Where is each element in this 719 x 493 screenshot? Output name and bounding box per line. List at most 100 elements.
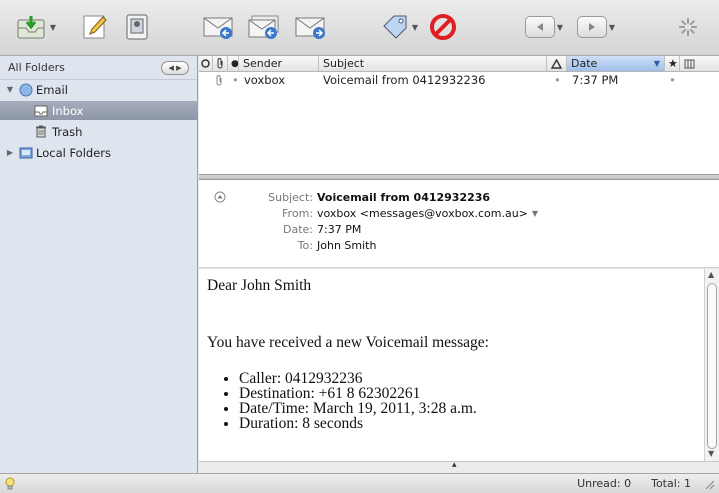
header-date: Date: 7:37 PM: [283, 223, 362, 236]
sort-descending-icon: ▼: [653, 59, 660, 68]
column-thread[interactable]: [199, 56, 213, 71]
folder-inbox[interactable]: Inbox: [0, 101, 198, 120]
folder-label: Email: [36, 82, 68, 97]
column-date[interactable]: Date ▼: [567, 56, 665, 71]
star-dot[interactable]: •: [665, 73, 680, 87]
resize-grip-icon[interactable]: ▴: [452, 460, 457, 470]
reply-all-icon: [248, 15, 279, 39]
unread-count: Unread: 0: [577, 477, 632, 490]
inbox-icon: [34, 105, 48, 116]
folder-label: Trash: [52, 124, 83, 139]
address-book-button[interactable]: [120, 12, 154, 42]
get-mail-icon: [17, 16, 45, 39]
activity-spinner-icon: [679, 18, 697, 36]
column-picker[interactable]: [680, 56, 719, 71]
local-folders-icon: [19, 147, 33, 159]
column-picker-icon: [684, 59, 695, 68]
junk-icon: [430, 14, 456, 40]
activity-indicator: [676, 12, 700, 42]
header-subject: Subject: Voicemail from 0412932236: [268, 191, 491, 204]
back-icon: [536, 23, 543, 31]
tag-dropdown-icon[interactable]: ▼: [412, 23, 418, 32]
trash-icon: [36, 125, 46, 138]
message-row[interactable]: • voxbox Voicemail from 0412932236 • 7:3…: [199, 72, 719, 88]
list-item: Caller: 0412932236: [239, 371, 477, 387]
forward-button[interactable]: [292, 12, 330, 42]
message-sender: voxbox: [244, 73, 286, 87]
address-book-icon: [126, 14, 148, 40]
folder-label: Inbox: [52, 103, 84, 118]
disclosure-closed-icon[interactable]: ▶: [4, 148, 16, 157]
folder-view-switcher[interactable]: ◀ ▶: [161, 60, 189, 75]
paperclip-icon: [217, 58, 223, 69]
back-dropdown-icon[interactable]: ▼: [557, 23, 563, 32]
scroll-down-icon[interactable]: ▼: [708, 449, 714, 458]
junk-status-dot[interactable]: •: [547, 73, 567, 87]
column-junk[interactable]: [547, 56, 567, 71]
status-bar: Unread: 0 Total: 1: [0, 473, 719, 493]
column-star[interactable]: ★: [665, 56, 680, 71]
lightbulb-icon[interactable]: [4, 477, 16, 491]
from-value[interactable]: voxbox <messages@voxbox.com.au>: [317, 207, 528, 220]
folder-trash[interactable]: Trash: [0, 122, 198, 141]
message-date: 7:37 PM: [572, 73, 619, 87]
tag-button[interactable]: ▼: [376, 12, 422, 42]
body-details-list: Caller: 0412932236 Destination: +61 8 62…: [239, 371, 477, 432]
to-value[interactable]: John Smith: [317, 239, 376, 252]
compose-icon: [83, 15, 107, 39]
body-greeting: Dear John Smith: [207, 277, 312, 294]
write-button[interactable]: [78, 12, 112, 42]
body-bottom-bar: ▴: [199, 460, 719, 473]
scroll-thumb[interactable]: [707, 283, 717, 449]
body-intro: You have received a new Voicemail messag…: [207, 334, 489, 351]
header-to: To: John Smith: [297, 239, 377, 252]
read-status-dot[interactable]: •: [228, 73, 239, 87]
message-subject: Voicemail from 0412932236: [323, 73, 486, 87]
total-count: Total: 1: [651, 477, 691, 490]
paperclip-icon: [216, 74, 222, 85]
reply-all-button[interactable]: [245, 12, 283, 42]
from-menu-icon[interactable]: ▼: [532, 209, 538, 218]
reply-icon: [203, 17, 233, 39]
get-mail-dropdown-icon[interactable]: ▼: [50, 23, 56, 32]
get-mail-button[interactable]: ▼: [10, 12, 62, 42]
column-attachment[interactable]: [213, 56, 228, 71]
back-button[interactable]: ▼: [522, 12, 566, 42]
attachment-indicator: [213, 74, 228, 86]
folder-local-folders[interactable]: ▶ Local Folders: [0, 143, 198, 162]
column-subject[interactable]: Subject: [319, 56, 547, 71]
window-resize-grip-icon[interactable]: [703, 478, 715, 490]
scroll-up-icon[interactable]: ▲: [708, 270, 714, 279]
folder-view-label: All Folders: [8, 61, 65, 74]
column-sender[interactable]: Sender: [239, 56, 319, 71]
reply-button[interactable]: [200, 12, 238, 42]
star-icon: ★: [668, 57, 678, 70]
message-header: Subject: Voicemail from 0412932236 From:…: [199, 180, 719, 268]
message-list-header: ● Sender Subject Date ▼ ★: [199, 56, 719, 72]
message-list: ● Sender Subject Date ▼ ★ • voxbox Voice…: [199, 56, 719, 174]
forward-nav-icon: [588, 23, 595, 31]
email-account-icon: [19, 83, 33, 96]
body-vertical-scrollbar[interactable]: ▲ ▼: [704, 269, 719, 461]
subject-value: Voicemail from 0412932236: [317, 191, 491, 204]
list-item: Date/Time: March 19, 2011, 3:28 a.m.: [239, 401, 477, 417]
folder-email[interactable]: ▼ Email: [0, 80, 198, 99]
message-body: Dear John Smith You have received a new …: [199, 269, 704, 461]
junk-button[interactable]: [427, 12, 459, 42]
forward-icon: [295, 17, 325, 39]
forward-nav-dropdown-icon[interactable]: ▼: [609, 23, 615, 32]
column-read-status[interactable]: ●: [228, 56, 239, 71]
thread-icon: [201, 59, 210, 68]
forward-nav-button[interactable]: ▼: [574, 12, 618, 42]
read-dot-icon: ●: [231, 58, 239, 69]
tag-icon: [383, 15, 407, 39]
date-value: 7:37 PM: [317, 223, 362, 236]
junk-status-icon: [551, 58, 562, 69]
list-item: Duration: 8 seconds: [239, 416, 477, 432]
toolbar: ▼ ▼ ▼ ▼: [0, 0, 719, 56]
list-item: Destination: +61 8 62302261: [239, 386, 477, 402]
header-from: From: voxbox <messages@voxbox.com.au> ▼: [282, 207, 539, 220]
folder-pane-header: All Folders ◀ ▶: [0, 56, 197, 80]
disclosure-open-icon[interactable]: ▼: [4, 85, 16, 94]
folder-pane: All Folders ◀ ▶ ▼ Email Inbox Trash ▶ Lo…: [0, 56, 198, 473]
